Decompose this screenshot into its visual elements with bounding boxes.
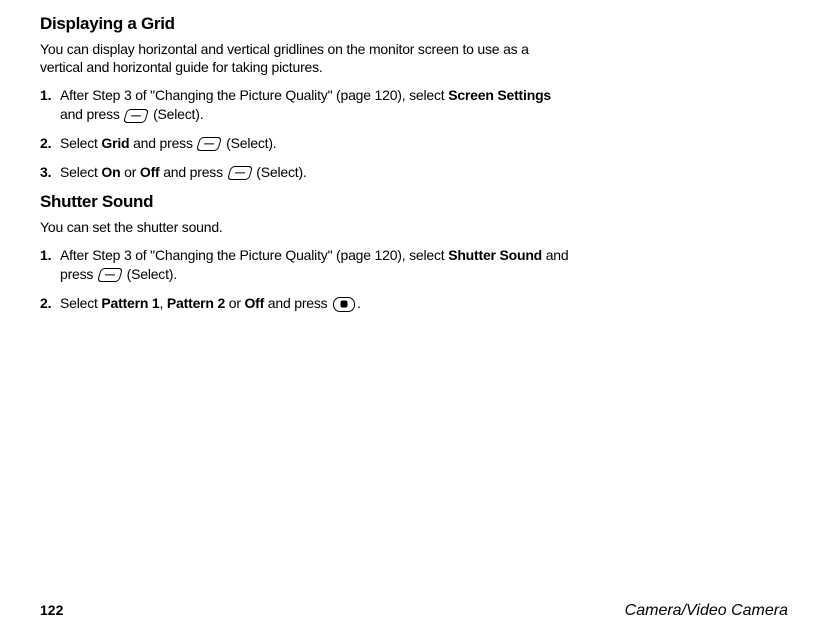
step-text: Select bbox=[60, 135, 101, 151]
bold-term: Off bbox=[244, 295, 264, 311]
softkey-icon bbox=[97, 268, 123, 282]
softkey-icon bbox=[123, 109, 149, 123]
page-number: 122 bbox=[40, 602, 63, 618]
step-item: 2. Select Pattern 1, Pattern 2 or Off an… bbox=[60, 294, 575, 313]
step-text: , bbox=[160, 295, 167, 311]
step-text: Select bbox=[60, 295, 101, 311]
step-text: and press bbox=[264, 295, 331, 311]
steps-shutter: 1. After Step 3 of "Changing the Picture… bbox=[40, 246, 575, 313]
bold-term: Screen Settings bbox=[448, 87, 551, 103]
page-content: Displaying a Grid You can display horizo… bbox=[40, 14, 575, 313]
step-text: After Step 3 of "Changing the Picture Qu… bbox=[60, 247, 448, 263]
bold-term: On bbox=[101, 164, 120, 180]
step-text: (Select). bbox=[149, 106, 203, 122]
bold-term: Grid bbox=[101, 135, 129, 151]
heading-displaying-grid: Displaying a Grid bbox=[40, 14, 575, 34]
bold-term: Off bbox=[140, 164, 160, 180]
step-text: Select bbox=[60, 164, 101, 180]
intro-shutter: You can set the shutter sound. bbox=[40, 218, 575, 236]
step-text: (Select). bbox=[253, 164, 307, 180]
step-item: 3. Select On or Off and press (Select). bbox=[60, 163, 575, 182]
intro-grid: You can display horizontal and vertical … bbox=[40, 40, 575, 76]
step-item: 1. After Step 3 of "Changing the Picture… bbox=[60, 246, 575, 284]
step-number: 1. bbox=[40, 246, 51, 265]
softkey-icon bbox=[227, 166, 253, 180]
step-text: and press bbox=[129, 135, 196, 151]
step-text: and press bbox=[160, 164, 227, 180]
step-item: 1. After Step 3 of "Changing the Picture… bbox=[60, 86, 575, 124]
step-text: (Select). bbox=[222, 135, 276, 151]
step-text: or bbox=[225, 295, 244, 311]
step-text: (Select). bbox=[123, 266, 177, 282]
center-key-icon bbox=[333, 297, 355, 312]
step-text: After Step 3 of "Changing the Picture Qu… bbox=[60, 87, 448, 103]
bold-term: Pattern 1 bbox=[101, 295, 159, 311]
bold-term: Pattern 2 bbox=[167, 295, 225, 311]
step-number: 3. bbox=[40, 163, 51, 182]
step-text: and press bbox=[60, 106, 123, 122]
step-number: 2. bbox=[40, 134, 51, 153]
step-text: . bbox=[357, 295, 361, 311]
page-footer: 122 Camera/Video Camera bbox=[40, 602, 788, 620]
heading-shutter-sound: Shutter Sound bbox=[40, 192, 575, 212]
bold-term: Shutter Sound bbox=[448, 247, 542, 263]
section-title: Camera/Video Camera bbox=[625, 602, 788, 620]
step-item: 2. Select Grid and press (Select). bbox=[60, 134, 575, 153]
softkey-icon bbox=[196, 137, 222, 151]
step-number: 1. bbox=[40, 86, 51, 105]
step-number: 2. bbox=[40, 294, 51, 313]
step-text: or bbox=[120, 164, 139, 180]
steps-grid: 1. After Step 3 of "Changing the Picture… bbox=[40, 86, 575, 182]
